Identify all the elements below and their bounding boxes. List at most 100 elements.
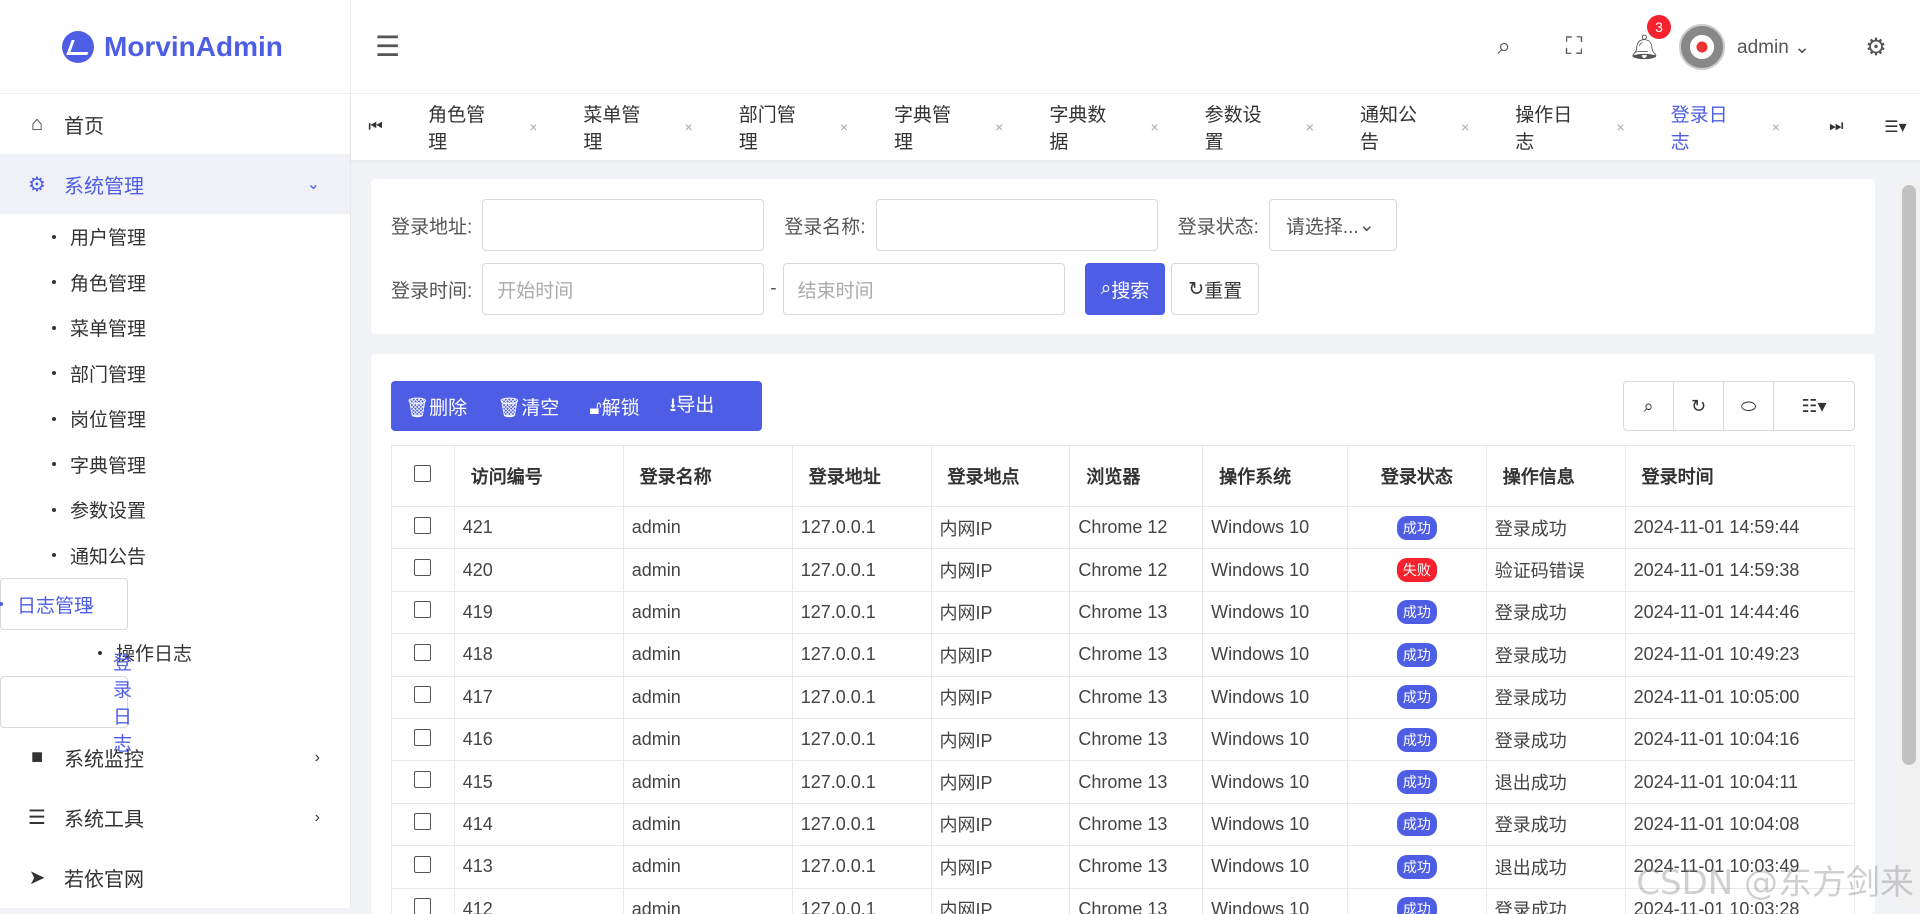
sidebar-subitem[interactable]: 部门管理 — [0, 351, 350, 397]
tab[interactable]: 部门管理× — [739, 100, 866, 154]
column-header: 操作系统 — [1203, 446, 1348, 507]
search-toggle-icon[interactable]: ⌕ — [1624, 382, 1674, 430]
tab[interactable]: 菜单管理× — [583, 100, 710, 154]
row-checkbox[interactable] — [392, 549, 455, 591]
close-icon[interactable]: × — [1150, 119, 1158, 135]
logo[interactable]: MorvinAdmin — [0, 0, 350, 94]
name-input[interactable] — [876, 199, 1158, 251]
close-icon[interactable]: × — [685, 119, 693, 135]
scrollbar-thumb[interactable] — [1902, 185, 1916, 765]
tab[interactable]: 字典数据× — [1049, 100, 1176, 154]
close-icon[interactable]: × — [529, 119, 537, 135]
close-icon[interactable]: × — [1616, 119, 1624, 135]
search-button[interactable]: ⌕搜索 — [1085, 263, 1166, 315]
table-row[interactable]: 412admin127.0.0.1内网IPChrome 13Windows 10… — [392, 888, 1855, 914]
sidebar-item-home[interactable]: ⌂ 首页 — [0, 94, 350, 154]
refresh-icon[interactable]: ↻ — [1674, 382, 1724, 430]
column-header[interactable]: 登录名称 — [623, 446, 792, 507]
login-log-table: 访问编号登录名称登录地址登录地点浏览器操作系统登录状态操作信息登录时间 421a… — [391, 445, 1855, 914]
start-time-input[interactable]: 开始时间 — [482, 263, 764, 315]
export-label: 导出 — [676, 395, 714, 416]
table-row[interactable]: 416admin127.0.0.1内网IPChrome 13Windows 10… — [392, 718, 1855, 760]
table-row[interactable]: 417admin127.0.0.1内网IPChrome 13Windows 10… — [392, 676, 1855, 718]
column-header[interactable]: 登录时间 — [1625, 446, 1854, 507]
avatar[interactable] — [1679, 24, 1725, 70]
table-row[interactable]: 414admin127.0.0.1内网IPChrome 13Windows 10… — [392, 803, 1855, 845]
row-checkbox[interactable] — [392, 591, 455, 633]
columns-icon[interactable]: ☷▾ — [1774, 382, 1854, 430]
sidebar-item-label: 角色管理 — [70, 269, 146, 296]
sidebar-item-operlog[interactable]: 操作日志 — [0, 630, 350, 676]
sidebar-item-tools[interactable]: ☰ 系统工具 › — [0, 788, 350, 848]
sidebar-item-label: 若依官网 — [64, 863, 144, 892]
toggle-view-icon[interactable]: ⬭ — [1724, 382, 1774, 430]
tab-label: 参数设置 — [1205, 100, 1278, 154]
close-icon[interactable]: × — [1306, 119, 1314, 135]
tab[interactable]: 操作日志× — [1515, 100, 1642, 154]
tab[interactable]: 字典管理× — [894, 100, 1021, 154]
select-all-checkbox[interactable] — [392, 446, 455, 507]
table-cell: Chrome 13 — [1070, 846, 1203, 888]
end-time-input[interactable]: 结束时间 — [783, 263, 1065, 315]
tab[interactable]: 登录日志× — [1671, 100, 1798, 154]
table-cell: 成功 — [1347, 718, 1486, 760]
table-row[interactable]: 415admin127.0.0.1内网IPChrome 13Windows 10… — [392, 761, 1855, 803]
close-icon[interactable]: × — [1772, 119, 1780, 135]
unlock-button[interactable]: 🔓︎解锁 — [589, 393, 639, 420]
status-select[interactable]: 请选择...⌄ — [1269, 199, 1397, 251]
close-icon[interactable]: × — [1461, 119, 1469, 135]
tab[interactable]: 通知公告× — [1360, 100, 1487, 154]
sidebar-subitem[interactable]: 字典管理 — [0, 442, 350, 488]
tab[interactable]: 角色管理× — [428, 100, 555, 154]
sidebar-item-site[interactable]: ➤ 若依官网 — [0, 848, 350, 908]
sidebar-subitem[interactable]: 用户管理 — [0, 214, 350, 260]
row-checkbox[interactable] — [392, 718, 455, 760]
sidebar-item-monitor[interactable]: ■ 系统监控 › — [0, 728, 350, 788]
clear-button[interactable]: 🗑︎清空 — [497, 393, 559, 420]
sidebar-subitem[interactable]: 岗位管理 — [0, 396, 350, 442]
row-checkbox[interactable] — [392, 761, 455, 803]
sidebar-subitem[interactable]: 参数设置 — [0, 487, 350, 533]
sidebar-item-log[interactable]: 日志管理 ⌄ — [0, 578, 128, 630]
row-checkbox[interactable] — [392, 803, 455, 845]
bell-icon[interactable]: 🔔︎3 — [1609, 33, 1679, 62]
table-cell: Chrome 13 — [1070, 591, 1203, 633]
tab-menu-icon[interactable]: ☰▾ — [1871, 117, 1920, 137]
row-checkbox[interactable] — [392, 846, 455, 888]
row-checkbox[interactable] — [392, 507, 455, 549]
chevron-down-icon: ⌄ — [84, 594, 97, 614]
row-checkbox[interactable] — [392, 888, 455, 914]
table-cell: admin — [623, 846, 792, 888]
tab-next-icon[interactable]: ⏭ — [1812, 118, 1861, 136]
table-row[interactable]: 419admin127.0.0.1内网IPChrome 13Windows 10… — [392, 591, 1855, 633]
row-checkbox[interactable] — [392, 676, 455, 718]
close-icon[interactable]: × — [995, 119, 1003, 135]
export-button[interactable]: ⭳导出 — [670, 390, 715, 423]
scrollbar[interactable] — [1898, 179, 1920, 908]
fullscreen-icon[interactable]: ⛶ — [1539, 33, 1609, 61]
table-row[interactable]: 418admin127.0.0.1内网IPChrome 13Windows 10… — [392, 634, 1855, 676]
row-checkbox[interactable] — [392, 634, 455, 676]
user-menu[interactable]: admin ⌄ — [1737, 36, 1810, 59]
tab[interactable]: 参数设置 × — [1205, 100, 1332, 154]
addr-input[interactable] — [482, 199, 764, 251]
close-icon[interactable]: × — [840, 119, 848, 135]
table-row[interactable]: 420admin127.0.0.1内网IPChrome 12Windows 10… — [392, 549, 1855, 591]
hamburger-icon[interactable]: ☰ — [375, 30, 400, 63]
table-cell: Windows 10 — [1203, 846, 1348, 888]
reset-button[interactable]: ↻重置 — [1171, 263, 1259, 315]
delete-button[interactable]: 🗑︎删除 — [405, 393, 467, 420]
sidebar-subitem[interactable]: 菜单管理 — [0, 305, 350, 351]
table-row[interactable]: 421admin127.0.0.1内网IPChrome 12Windows 10… — [392, 507, 1855, 549]
table-row[interactable]: 413admin127.0.0.1内网IPChrome 13Windows 10… — [392, 846, 1855, 888]
sidebar-item-system[interactable]: ⚙ 系统管理 ⌄ — [0, 154, 350, 214]
sidebar-subitem[interactable]: 角色管理 — [0, 260, 350, 306]
table-cell: admin — [623, 676, 792, 718]
sidebar-item-loginlog[interactable]: 登录日志 — [0, 676, 128, 728]
settings-gear-icon[interactable]: ⚙ — [1856, 33, 1896, 62]
table-cell: 内网IP — [931, 634, 1070, 676]
sidebar-subitem[interactable]: 通知公告 — [0, 533, 350, 579]
table-cell: 成功 — [1347, 591, 1486, 633]
tab-prev-icon[interactable]: ⏮ — [351, 118, 400, 136]
search-icon[interactable]: ⌕ — [1469, 33, 1539, 61]
